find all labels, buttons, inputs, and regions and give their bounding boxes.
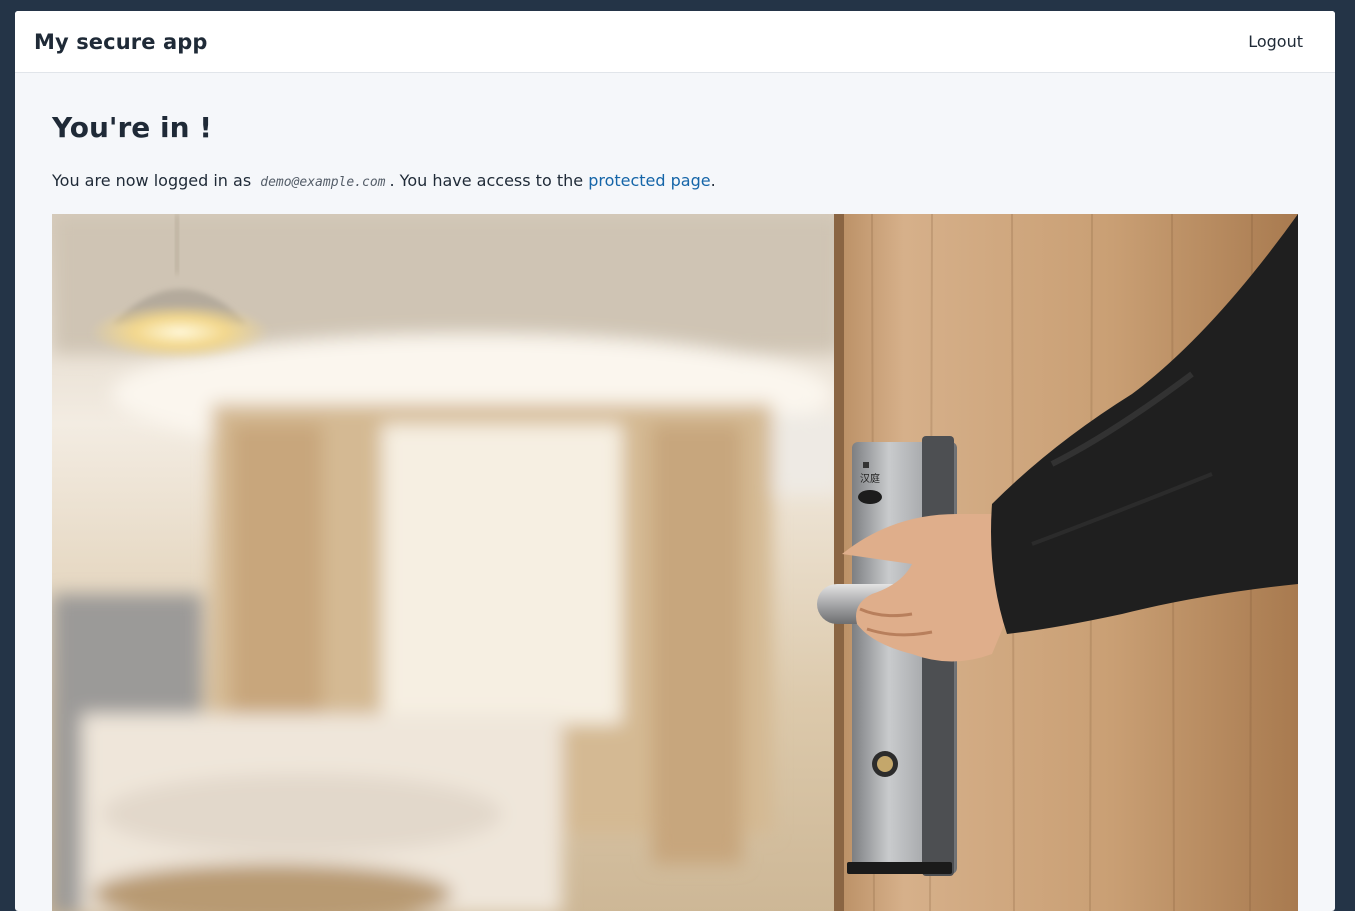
page-heading: You're in ! bbox=[52, 111, 213, 144]
intro-middle: . You have access to the bbox=[389, 171, 584, 190]
app-card: My secure app Logout You're in ! You are… bbox=[15, 11, 1335, 911]
logout-link[interactable]: Logout bbox=[1248, 32, 1303, 51]
protected-page-link[interactable]: protected page bbox=[588, 171, 710, 190]
lock-label: 汉庭 bbox=[860, 472, 880, 485]
app-brand: My secure app bbox=[34, 29, 208, 54]
hotel-door-illustration: 汉庭 bbox=[52, 214, 1298, 911]
top-navbar: My secure app Logout bbox=[15, 11, 1335, 73]
main-content: You're in ! You are now logged in as dem… bbox=[15, 73, 1335, 911]
user-email: demo@example.com bbox=[260, 175, 386, 190]
hero-image: 汉庭 bbox=[52, 214, 1298, 911]
intro-prefix: You are now logged in as bbox=[52, 171, 252, 190]
intro-suffix: . bbox=[710, 171, 716, 190]
login-status-text: You are now logged in as demo@example.co… bbox=[52, 169, 1298, 195]
